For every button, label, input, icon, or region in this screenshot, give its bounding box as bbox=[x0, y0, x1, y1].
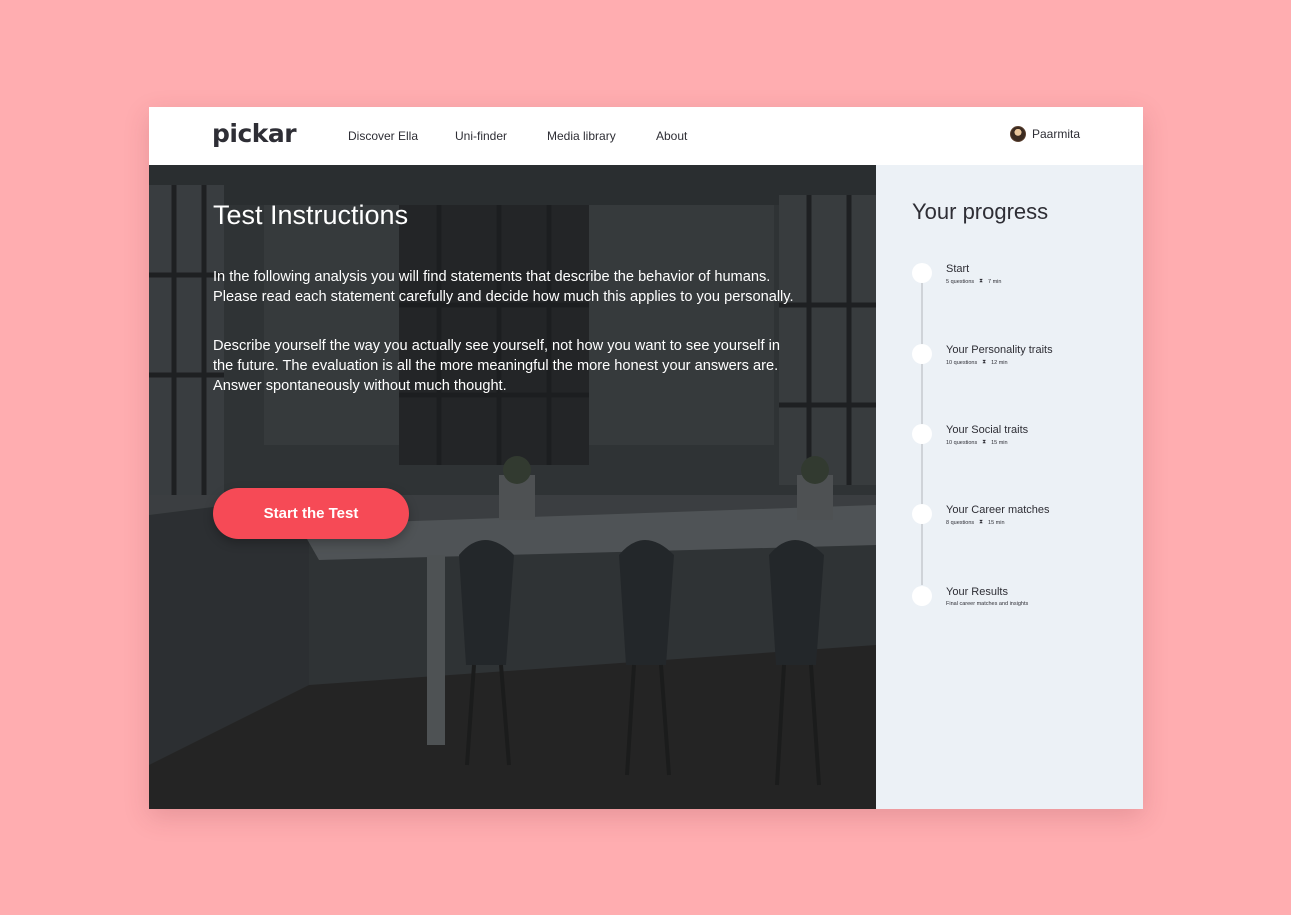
progress-title: Your progress bbox=[912, 199, 1049, 224]
hero-section: Test Instructions In the following analy… bbox=[149, 165, 876, 809]
nav-link-uni-finder[interactable]: Uni-finder bbox=[455, 129, 507, 143]
step-title: Your Career matches bbox=[946, 504, 1050, 516]
start-test-button[interactable]: Start the Test bbox=[213, 488, 409, 539]
logo[interactable]: pickar bbox=[212, 119, 297, 148]
step-title: Your Results bbox=[946, 586, 1008, 598]
step-title: Start bbox=[946, 263, 970, 275]
step-description: Final career matches and insights bbox=[946, 601, 1029, 607]
step-questions: 10 questions bbox=[946, 439, 978, 446]
step-meta: 8 questions ⧗ 15 min bbox=[946, 519, 1005, 526]
step-dot bbox=[912, 263, 932, 283]
hourglass-icon: ⧗ bbox=[982, 359, 987, 365]
step-meta: Final career matches and insights bbox=[946, 601, 1028, 607]
step-dot bbox=[912, 586, 932, 606]
step-dot bbox=[912, 504, 932, 524]
step-meta: 10 questions ⧗ 12 min bbox=[946, 359, 1008, 366]
hourglass-icon: ⧗ bbox=[982, 439, 987, 445]
step-title: Your Personality traits bbox=[946, 344, 1053, 356]
step-dot bbox=[912, 344, 932, 364]
step-questions: 8 questions bbox=[946, 519, 975, 526]
instructions-paragraph-1: In the following analysis you will find … bbox=[213, 269, 794, 305]
user-menu[interactable]: Paarmita bbox=[1009, 126, 1080, 142]
hourglass-icon: ⧗ bbox=[979, 278, 984, 284]
nav-link-about[interactable]: About bbox=[656, 129, 687, 143]
step-time: 15 min bbox=[991, 439, 1008, 446]
step-questions: 10 questions bbox=[946, 359, 978, 366]
avatar bbox=[1009, 126, 1026, 142]
user-name: Paarmita bbox=[1031, 127, 1080, 141]
nav-link-discover-ella[interactable]: Discover Ella bbox=[348, 129, 418, 143]
step-time: 15 min bbox=[988, 519, 1005, 526]
office-background-image bbox=[149, 165, 876, 809]
nav-link-media-library[interactable]: Media library bbox=[547, 129, 616, 143]
step-meta: 5 questions ⧗ 7 min bbox=[946, 278, 1001, 285]
step-questions: 5 questions bbox=[946, 278, 975, 285]
page-title: Test Instructions bbox=[213, 200, 409, 230]
step-time: 12 min bbox=[991, 359, 1008, 366]
progress-sidebar: Your progress Start 5 questions ⧗ 7 min … bbox=[876, 165, 1143, 809]
app-window: pickar Discover Ella Uni-finder Media li… bbox=[149, 107, 1143, 809]
navbar: pickar Discover Ella Uni-finder Media li… bbox=[149, 107, 1143, 165]
instructions-paragraph-2: Describe yourself the way you actually s… bbox=[213, 338, 781, 394]
step-title: Your Social traits bbox=[946, 424, 1029, 436]
step-meta: 10 questions ⧗ 15 min bbox=[946, 439, 1008, 446]
step-dot bbox=[912, 424, 932, 444]
step-time: 7 min bbox=[988, 278, 1002, 285]
hourglass-icon: ⧗ bbox=[979, 519, 984, 525]
